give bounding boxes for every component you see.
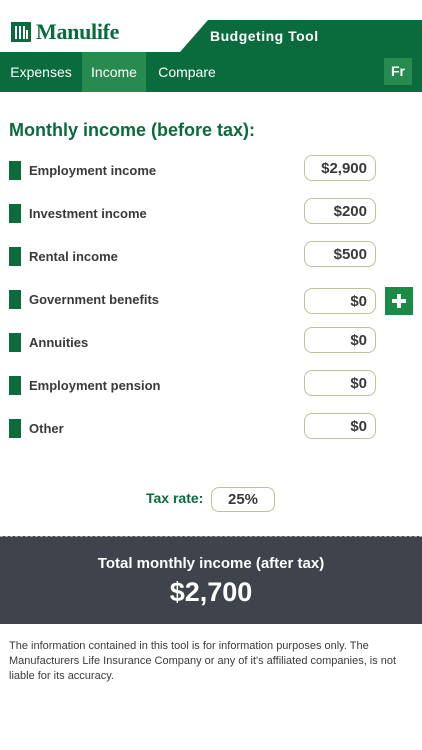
language-toggle-button[interactable]: Fr — [384, 58, 412, 85]
app-header: Manulife Budgeting Tool — [0, 0, 422, 52]
disclaimer-text: The information contained in this tool i… — [9, 640, 397, 682]
tab-income[interactable]: Income — [82, 52, 146, 92]
tab-expenses[interactable]: Expenses — [0, 52, 82, 92]
title-banner: Budgeting Tool — [180, 20, 422, 52]
rental-income-input[interactable] — [304, 241, 376, 267]
brand-name: Manulife — [36, 19, 120, 44]
add-income-button[interactable] — [385, 287, 413, 315]
income-label-pension: Employment pension — [29, 378, 161, 393]
row-marker — [9, 333, 21, 352]
row-marker — [9, 419, 21, 438]
employment-pension-input[interactable] — [304, 370, 376, 396]
income-label-rental: Rental income — [29, 249, 118, 264]
government-benefits-input[interactable] — [304, 288, 376, 314]
row-marker — [9, 204, 21, 223]
total-label: Total monthly income (after tax) — [97, 555, 325, 572]
manulife-logo: Manulife — [11, 19, 120, 44]
section-title: Monthly income (before tax): — [9, 120, 256, 140]
tab-compare[interactable]: Compare — [146, 52, 228, 92]
row-marker — [9, 376, 21, 395]
tax-rate-label: Tax rate: — [146, 490, 204, 506]
total-value: $2,700 — [169, 577, 253, 607]
row-marker — [9, 161, 21, 180]
income-label-employment: Employment income — [29, 163, 157, 178]
app-title: Budgeting Tool — [210, 28, 319, 44]
employment-income-input[interactable] — [304, 155, 376, 181]
other-income-input[interactable] — [304, 413, 376, 439]
row-marker — [9, 290, 21, 309]
plus-icon — [397, 294, 401, 308]
income-label-investment: Investment income — [29, 206, 147, 221]
total-panel: Total monthly income (after tax) $2,700 — [0, 536, 422, 624]
row-marker — [9, 247, 21, 266]
income-label-annuities: Annuities — [29, 335, 89, 350]
income-label-other: Other — [29, 421, 64, 436]
investment-income-input[interactable] — [304, 198, 376, 224]
nav-bar: Expenses Income Compare Fr — [0, 52, 422, 92]
manulife-logo-icon — [11, 22, 31, 42]
tax-rate-input[interactable] — [211, 487, 275, 512]
annuities-input[interactable] — [304, 327, 376, 353]
income-label-government: Government benefits — [29, 292, 160, 307]
